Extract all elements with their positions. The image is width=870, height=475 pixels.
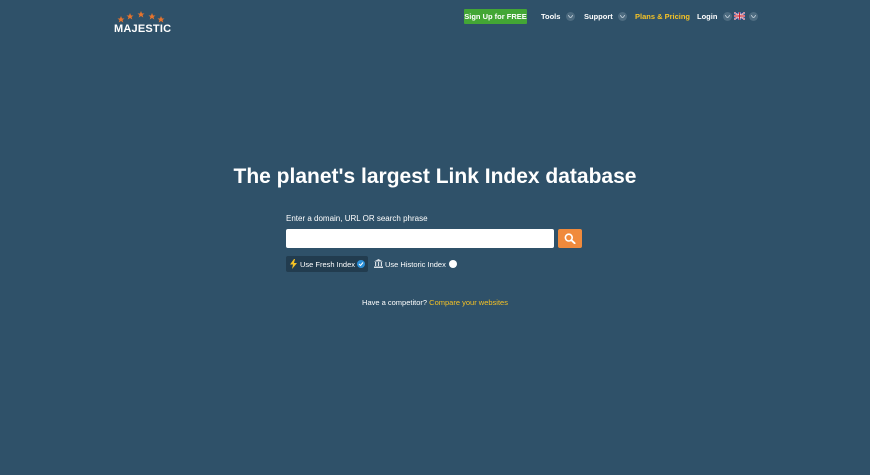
historic-index-radio[interactable]	[449, 260, 457, 268]
compare-websites-link[interactable]: Compare your websites	[429, 298, 508, 307]
fresh-index-toggle[interactable]: Use Fresh Index	[286, 256, 368, 272]
nav-support[interactable]: Support	[584, 9, 627, 24]
competitor-line: Have a competitor? Compare your websites	[0, 298, 870, 307]
check-icon	[358, 262, 364, 267]
chevron-down-icon	[722, 11, 732, 21]
page: MAJESTIC Sign Up for FREE Tools Support …	[0, 0, 870, 475]
nav-tools-label: Tools	[541, 12, 561, 21]
logo-wordmark: MAJESTIC	[114, 23, 172, 35]
uk-flag-icon[interactable]	[734, 12, 745, 20]
nav-login-label: Login	[697, 12, 718, 21]
chevron-down-icon	[565, 11, 575, 21]
lightning-icon	[290, 259, 297, 269]
nav-login[interactable]: Login	[697, 9, 732, 24]
majestic-logo[interactable]: MAJESTIC	[113, 10, 173, 36]
nav-plans-pricing[interactable]: Plans & Pricing	[635, 9, 690, 24]
fresh-index-radio[interactable]	[357, 260, 365, 268]
search-input[interactable]	[286, 229, 554, 248]
page-title: The planet's largest Link Index database	[233, 165, 637, 188]
search-icon	[564, 233, 576, 244]
chevron-down-icon	[617, 11, 627, 21]
historic-index-label: Use Historic Index	[385, 260, 446, 269]
fresh-index-label: Use Fresh Index	[300, 260, 356, 269]
stars-logo-icon	[117, 11, 165, 23]
nav-support-label: Support	[584, 12, 613, 21]
competitor-text: Have a competitor?	[362, 298, 428, 307]
historic-index-toggle[interactable]: Use Historic Index	[373, 256, 461, 272]
signup-button[interactable]: Sign Up for FREE	[464, 9, 527, 24]
search-label: Enter a domain, URL OR search phrase	[286, 214, 428, 223]
bank-icon	[374, 259, 383, 268]
search-button[interactable]	[558, 229, 582, 248]
chevron-down-icon[interactable]	[749, 12, 758, 21]
nav-tools[interactable]: Tools	[541, 9, 575, 24]
